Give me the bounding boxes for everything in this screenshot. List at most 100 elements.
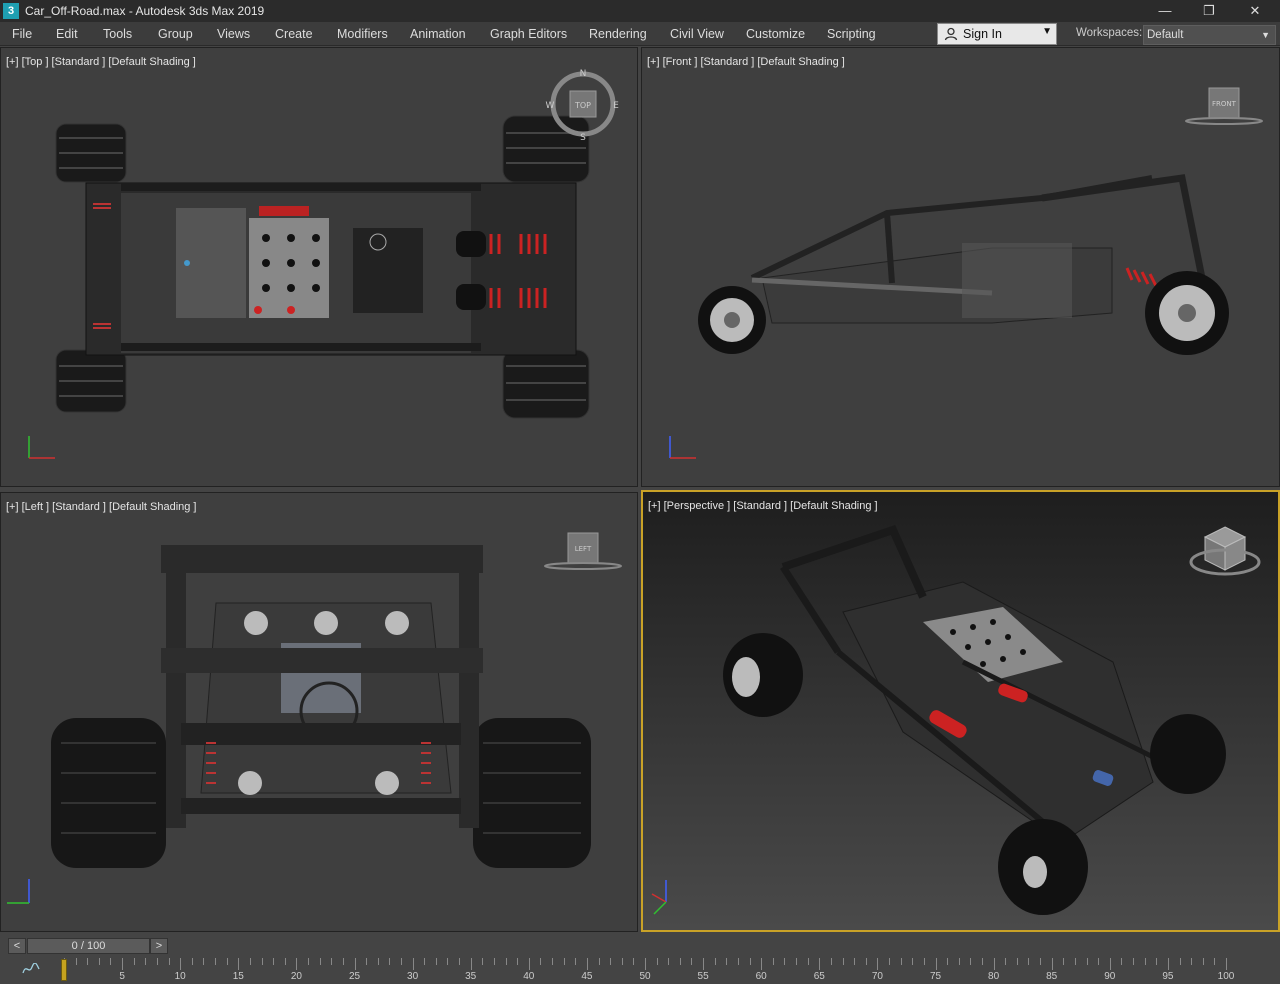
viewport-left[interactable]: [+] [Left ] [Standard ] [Default Shading… [0,492,638,932]
timeline-tick [819,958,821,970]
timeline-tick-label: 100 [1217,971,1235,982]
menu-customize[interactable]: Customize [746,22,805,46]
curve-editor-icon[interactable] [22,962,42,977]
timeline-tick-label: 10 [174,971,186,982]
timeline-tick [877,958,879,970]
menu-tools[interactable]: Tools [103,22,132,46]
timeline-tick [842,958,844,965]
timeline-tick [598,958,600,965]
timeline-tick [703,958,705,970]
chevron-down-icon: ▼ [1042,26,1052,37]
timeline-tick [1202,958,1204,965]
timeline-tick [122,958,124,970]
timeline-tick [110,958,112,965]
timeline-tick [342,958,344,965]
time-slider-bar: < 0 / 100 > 0510152025303540455055606570… [0,934,1280,984]
timeline-tick [1063,958,1065,965]
close-button[interactable]: ✕ [1232,0,1278,22]
menu-file[interactable]: File [12,22,32,46]
previous-frame-button[interactable]: < [8,938,26,954]
timeline-tick [865,958,867,965]
timeline-tick [935,958,937,970]
menu-scripting[interactable]: Scripting [827,22,876,46]
timeline-tick [517,958,519,965]
menu-graph-editors[interactable]: Graph Editors [490,22,567,46]
timeline-tick [575,958,577,965]
timeline-tick [923,958,925,965]
menu-views[interactable]: Views [217,22,250,46]
timeline-tick-label: 35 [465,971,477,982]
timeline-tick-label: 85 [1046,971,1058,982]
timeline-tick [889,958,891,965]
workspaces-value: Default [1147,29,1184,41]
view-cube-label-left: LEFT [575,545,592,553]
viewport-perspective[interactable]: [+] [Perspective ] [Standard ] [Default … [641,490,1280,932]
timeline-tick [540,958,542,965]
timeline-tick [133,958,135,965]
timeline-tick [400,958,402,965]
menu-animation[interactable]: Animation [410,22,466,46]
timeline-tick [691,958,693,965]
minimize-button[interactable]: — [1142,0,1188,22]
timeline-tick [552,958,554,965]
time-slider[interactable]: 0 / 100 [27,938,150,954]
axis-tripod-icon [7,879,30,904]
timeline-tick [1214,958,1216,965]
timeline-tick [900,958,902,965]
timeline-tick [75,958,77,965]
timeline-tick [424,958,426,965]
timeline-ruler[interactable]: 0510152025303540455055606570758085909510… [61,958,1277,984]
timeline-tick [98,958,100,965]
timeline-tick [784,958,786,965]
next-frame-button[interactable]: > [150,938,168,954]
viewport-front[interactable]: [+] [Front ] [Standard ] [Default Shadin… [641,47,1280,487]
timeline-tick [958,958,960,965]
view-cube-front[interactable]: FRONT [1184,83,1264,133]
axis-tripod-icon [28,436,55,459]
user-icon [944,27,958,41]
time-cursor[interactable] [61,959,67,981]
timeline-tick [145,958,147,965]
menu-group[interactable]: Group [158,22,193,46]
menu-civil-view[interactable]: Civil View [670,22,724,46]
compass-s: S [580,133,586,143]
timeline-tick [505,958,507,965]
timeline-tick-label: 65 [813,971,825,982]
timeline-tick-label: 5 [119,971,125,982]
timeline-tick [668,958,670,965]
menu-create[interactable]: Create [275,22,313,46]
timeline-tick [1040,958,1042,965]
timeline-tick-label: 80 [988,971,1000,982]
restore-button[interactable]: ❐ [1186,0,1232,22]
timeline-tick [238,958,240,970]
compass-w: W [546,101,555,111]
sign-in-dropdown[interactable]: Sign In ▼ [937,23,1057,45]
view-compass-top[interactable]: TOP N E S W [543,64,623,144]
menu-edit[interactable]: Edit [56,22,78,46]
workspaces-select[interactable]: Default ▼ [1143,25,1276,45]
menu-modifiers[interactable]: Modifiers [337,22,388,46]
timeline-tick-label: 75 [929,971,942,982]
timeline-tick [447,958,449,965]
view-cube-left[interactable]: LEFT [543,528,623,578]
timeline-tick [493,958,495,965]
timeline-tick [1109,958,1111,970]
compass-n: N [580,69,587,79]
timeline-tick [1098,958,1100,965]
app-icon: 3 [3,3,19,19]
view-cube-perspective[interactable] [1185,522,1265,592]
timeline-tick [389,958,391,965]
timeline-tick [714,958,716,965]
timeline-tick [1156,958,1158,965]
timeline-tick [807,958,809,965]
timeline-tick [912,958,914,965]
timeline-tick-label: 40 [523,971,535,982]
timeline-tick [459,958,461,965]
menu-rendering[interactable]: Rendering [589,22,647,46]
timeline-tick [87,958,89,965]
timeline-tick-label: 45 [581,971,593,982]
timeline-tick [354,958,356,970]
viewport-top[interactable]: [+] [Top ] [Standard ] [Default Shading … [0,47,638,487]
timeline-tick [215,958,217,965]
timeline-tick [1226,958,1227,970]
